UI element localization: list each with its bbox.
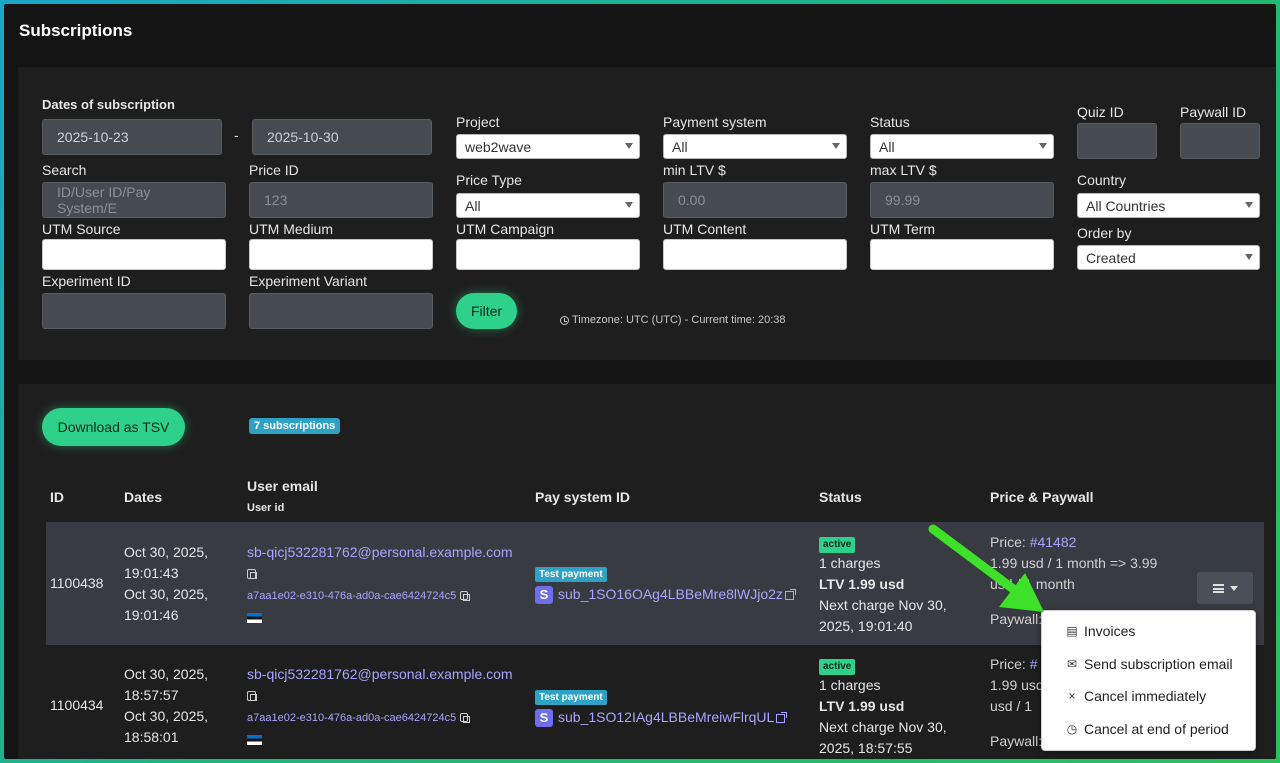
annotation-arrow-icon <box>928 524 1044 612</box>
app-frame: Subscriptions Dates of subscription 2025… <box>4 4 1276 759</box>
